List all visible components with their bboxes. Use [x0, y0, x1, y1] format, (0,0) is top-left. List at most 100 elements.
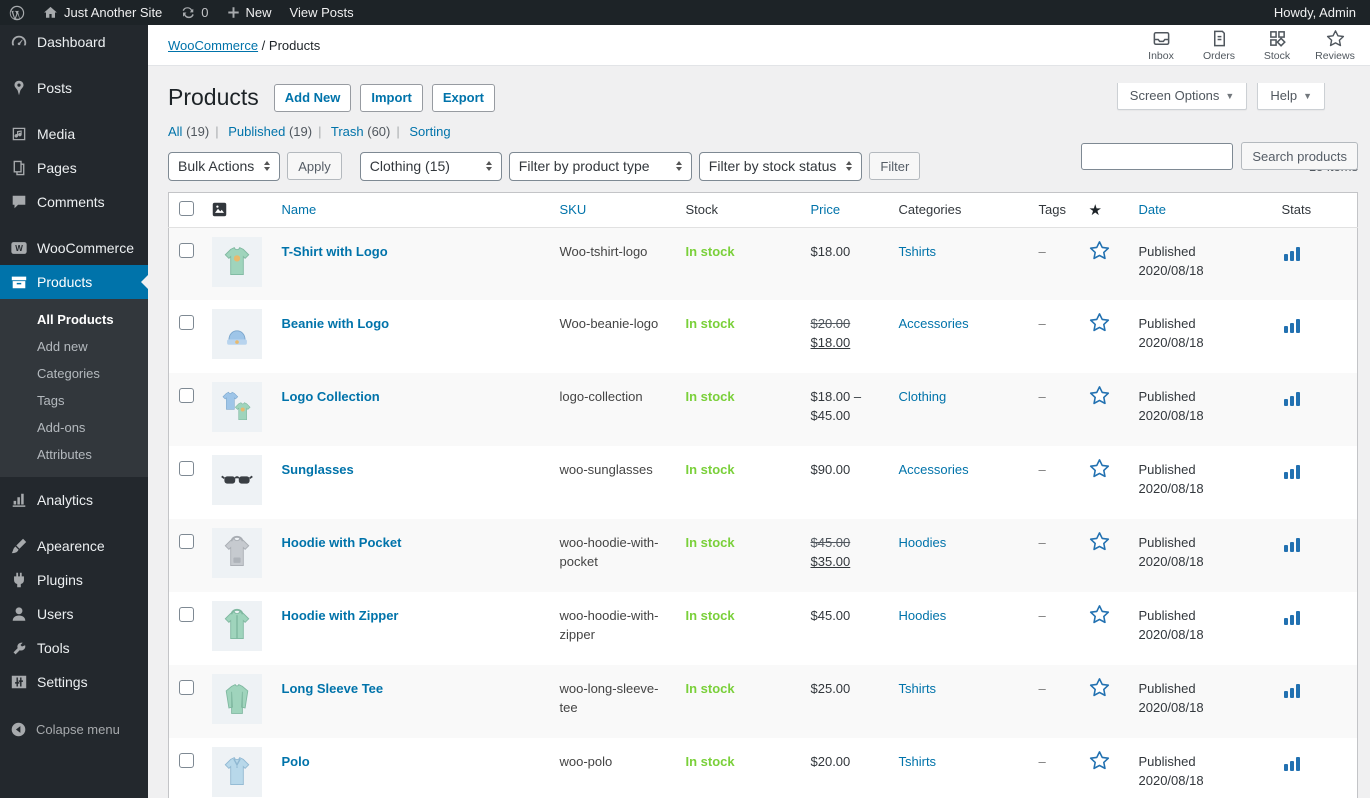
sidebar-item-posts[interactable]: Posts	[0, 71, 148, 105]
product-category-link[interactable]: Clothing	[899, 389, 947, 404]
stats-icon[interactable]	[1282, 388, 1302, 408]
row-checkbox[interactable]	[179, 680, 194, 696]
sidebar-item-settings[interactable]: Settings	[0, 665, 148, 699]
row-checkbox[interactable]	[179, 315, 194, 331]
submenu-item-tags[interactable]: Tags	[0, 387, 148, 414]
help-button[interactable]: Help ▼	[1257, 83, 1325, 110]
feature-toggle-star[interactable]	[1089, 240, 1110, 261]
stats-icon[interactable]	[1282, 680, 1302, 700]
product-type-filter-select[interactable]: Filter by product type	[508, 151, 692, 181]
view-all-link[interactable]: All (19)	[168, 124, 209, 139]
apply-button[interactable]: Apply	[287, 152, 342, 181]
add-new-button[interactable]: Add New	[273, 83, 352, 112]
sidebar-item-appearance[interactable]: Apearence	[0, 529, 148, 563]
select-all-checkbox[interactable]	[179, 200, 194, 216]
view-posts-menu[interactable]: View Posts	[281, 0, 363, 25]
activity-tab-stock[interactable]: Stock	[1248, 27, 1306, 64]
import-button[interactable]: Import	[360, 83, 423, 112]
feature-toggle-star[interactable]	[1089, 458, 1110, 479]
row-checkbox[interactable]	[179, 461, 194, 477]
sidebar-item-comments[interactable]: Comments	[0, 185, 148, 219]
submenu-item-categories[interactable]: Categories	[0, 360, 148, 387]
product-category-link[interactable]: Accessories	[899, 462, 969, 477]
collapse-menu-button[interactable]: Colapse menu	[0, 713, 148, 746]
howdy-menu[interactable]: Howdy, Admin	[1274, 5, 1370, 20]
row-checkbox[interactable]	[179, 388, 194, 404]
sort-by-date-header[interactable]: Date	[1139, 202, 1166, 217]
row-checkbox[interactable]	[179, 242, 194, 258]
sidebar-item-dashboard[interactable]: Dashboard	[0, 25, 148, 59]
feature-toggle-star[interactable]	[1089, 604, 1110, 625]
product-thumbnail[interactable]	[211, 674, 262, 725]
stats-icon[interactable]	[1282, 534, 1302, 554]
filter-button[interactable]: Filter	[869, 152, 921, 181]
product-category-link[interactable]: Accessories	[899, 316, 969, 331]
feature-toggle-star[interactable]	[1089, 677, 1110, 698]
stock-status-filter-select[interactable]: Filter by stock status	[698, 151, 863, 181]
submenu-item-attributes[interactable]: Attributes	[0, 441, 148, 468]
product-name-link[interactable]: Hoodie with Zipper	[282, 608, 399, 623]
wordpress-logo[interactable]	[0, 0, 34, 25]
product-category-link[interactable]: Hoodies	[899, 535, 947, 550]
screen-options-button[interactable]: Screen Options ▼	[1116, 83, 1248, 110]
sidebar-item-analytics[interactable]: Analytics	[0, 483, 148, 517]
product-thumbnail[interactable]	[211, 528, 262, 579]
stats-icon[interactable]	[1282, 243, 1302, 263]
stats-icon[interactable]	[1282, 607, 1302, 627]
product-category-link[interactable]: Tshirts	[899, 244, 937, 259]
sidebar-item-products[interactable]: Products	[0, 265, 148, 299]
product-category-link[interactable]: Tshirts	[899, 754, 937, 769]
sidebar-item-woocommerce[interactable]: W WooCommerce	[0, 231, 148, 265]
export-button[interactable]: Export	[431, 83, 496, 112]
feature-toggle-star[interactable]	[1089, 385, 1110, 406]
product-name-link[interactable]: T-Shirt with Logo	[282, 244, 388, 259]
sidebar-item-users[interactable]: Users	[0, 597, 148, 631]
view-trash-link[interactable]: Trash (60)	[331, 124, 391, 139]
feature-toggle-star[interactable]	[1089, 312, 1110, 333]
bulk-actions-select[interactable]: Bulk Actions	[168, 151, 281, 181]
row-checkbox[interactable]	[179, 607, 194, 623]
sidebar-item-plugins[interactable]: Plugins	[0, 563, 148, 597]
sort-by-name-header[interactable]: Name	[282, 202, 317, 217]
product-category-link[interactable]: Hoodies	[899, 608, 947, 623]
site-name-menu[interactable]: Just Another Site	[34, 0, 171, 25]
new-content-menu[interactable]: New	[218, 0, 281, 25]
submenu-item-add-new[interactable]: Add new	[0, 333, 148, 360]
stats-icon[interactable]	[1282, 315, 1302, 335]
search-products-button[interactable]: Search products	[1241, 142, 1358, 170]
activity-tab-inbox[interactable]: Inbox	[1132, 27, 1190, 64]
sidebar-item-pages[interactable]: Pages	[0, 151, 148, 185]
submenu-item-all-products[interactable]: All Products	[0, 306, 148, 333]
product-name-link[interactable]: Sunglasses	[282, 462, 354, 477]
sidebar-item-media[interactable]: Media	[0, 117, 148, 151]
product-thumbnail[interactable]	[211, 455, 262, 506]
view-published-link[interactable]: Published (19)	[228, 124, 312, 139]
feature-toggle-star[interactable]	[1089, 531, 1110, 552]
product-category-link[interactable]: Tshirts	[899, 681, 937, 696]
search-input[interactable]	[1081, 142, 1234, 170]
product-thumbnail[interactable]	[211, 309, 262, 360]
product-thumbnail[interactable]	[211, 601, 262, 652]
product-thumbnail[interactable]	[211, 382, 262, 433]
sort-by-price-header[interactable]: Price	[811, 202, 841, 217]
product-thumbnail[interactable]	[211, 236, 262, 287]
updates-menu[interactable]: 0	[171, 0, 217, 25]
feature-toggle-star[interactable]	[1089, 750, 1110, 771]
submenu-item-addons[interactable]: Add-ons	[0, 414, 148, 441]
row-checkbox[interactable]	[179, 534, 194, 550]
breadcrumb-woocommerce-link[interactable]: WooCommerce	[168, 38, 258, 53]
product-thumbnail[interactable]	[211, 747, 262, 798]
product-name-link[interactable]: Hoodie with Pocket	[282, 535, 402, 550]
product-name-link[interactable]: Long Sleeve Tee	[282, 681, 384, 696]
sort-by-sku-header[interactable]: SKU	[560, 202, 587, 217]
product-name-link[interactable]: Polo	[282, 754, 310, 769]
product-name-link[interactable]: Logo Collection	[282, 389, 380, 404]
product-name-link[interactable]: Beanie with Logo	[282, 316, 390, 331]
category-filter-select[interactable]: Clothing (15)	[359, 151, 502, 181]
row-checkbox[interactable]	[179, 753, 194, 769]
stats-icon[interactable]	[1282, 753, 1302, 773]
activity-tab-orders[interactable]: Orders	[1190, 27, 1248, 64]
stats-icon[interactable]	[1282, 461, 1302, 481]
view-sorting-link[interactable]: Sorting	[409, 124, 450, 139]
sidebar-item-tools[interactable]: Tools	[0, 631, 148, 665]
